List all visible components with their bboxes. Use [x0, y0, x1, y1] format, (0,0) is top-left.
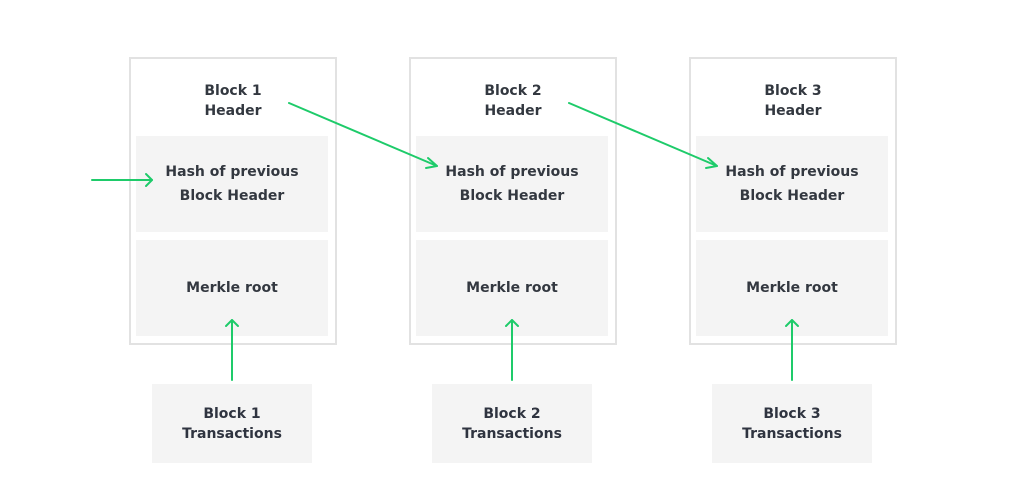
tx-line2: Transactions [742, 425, 842, 442]
block-header-line2: Header [204, 103, 262, 119]
hash-line1: Hash of previous [165, 164, 299, 180]
block-2-header-box: Block 2 Header Hash of previous Block He… [409, 57, 617, 345]
block-header-line1: Block 1 [204, 83, 262, 99]
block-1-header-box: Block 1 Header Hash of previous Block He… [129, 57, 337, 345]
block-3-header-box: Block 3 Header Hash of previous Block He… [689, 57, 897, 345]
hash-line1: Hash of previous [725, 164, 859, 180]
merkle-label: Merkle root [466, 280, 558, 296]
block-2-merkle-panel: Merkle root [416, 240, 608, 336]
hash-line2: Block Header [179, 188, 285, 204]
tx-line2: Transactions [182, 425, 282, 442]
tx-line1: Block 2 [483, 405, 541, 422]
merkle-label: Merkle root [186, 280, 278, 296]
block-header-line1: Block 3 [764, 83, 822, 99]
block-3-header-title: Block 3 Header [691, 81, 895, 121]
block-1-transactions-box: Block 1 Transactions [152, 384, 312, 463]
block-header-line1: Block 2 [484, 83, 542, 99]
block-3-merkle-panel: Merkle root [696, 240, 888, 336]
block-header-line2: Header [764, 103, 822, 119]
block-1-hash-panel: Hash of previous Block Header [136, 136, 328, 232]
block-header-line2: Header [484, 103, 542, 119]
tx-line2: Transactions [462, 425, 562, 442]
block-2-transactions-box: Block 2 Transactions [432, 384, 592, 463]
hash-line1: Hash of previous [445, 164, 579, 180]
block-2-header-title: Block 2 Header [411, 81, 615, 121]
block-1-header-title: Block 1 Header [131, 81, 335, 121]
block-3-transactions-box: Block 3 Transactions [712, 384, 872, 463]
block-2-hash-panel: Hash of previous Block Header [416, 136, 608, 232]
tx-line1: Block 3 [763, 405, 821, 422]
hash-line2: Block Header [459, 188, 565, 204]
block-1-merkle-panel: Merkle root [136, 240, 328, 336]
block-3-hash-panel: Hash of previous Block Header [696, 136, 888, 232]
hash-line2: Block Header [739, 188, 845, 204]
tx-line1: Block 1 [203, 405, 261, 422]
merkle-label: Merkle root [746, 280, 838, 296]
